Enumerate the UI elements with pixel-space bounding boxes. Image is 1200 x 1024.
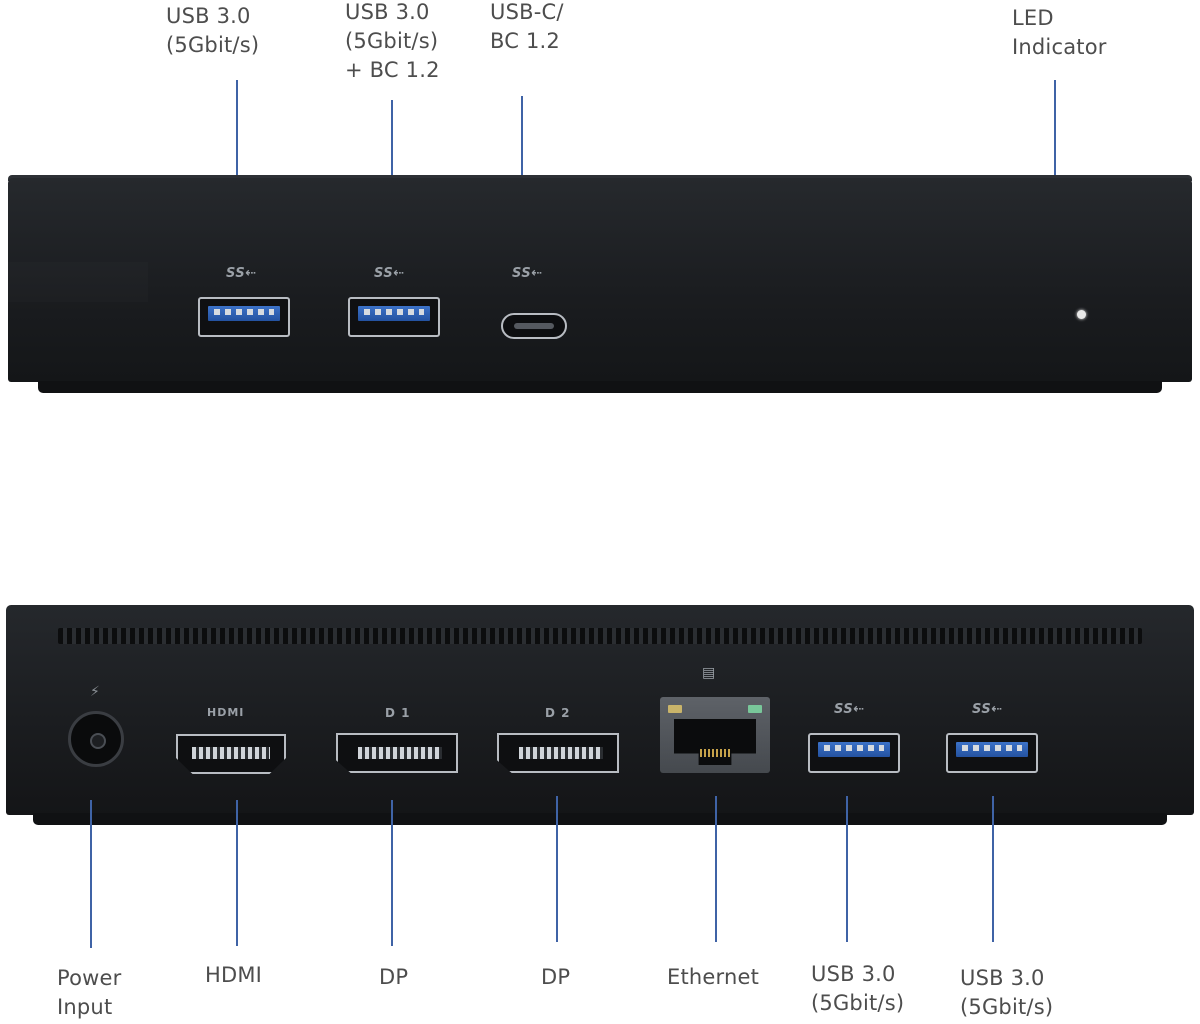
usb-port-pins [962,745,1022,751]
hdmi-port-contacts [192,747,270,759]
power-plug-icon: ⚡ [90,684,100,700]
leader-power [90,800,92,948]
superspeed-rear-1-logo-icon: SS⇠ [834,702,865,717]
label-ethernet: Ethernet [667,965,760,989]
leader-usb-rear-1 [846,796,848,942]
usb-port-pins [214,309,274,315]
rear-unit-foot [33,813,1167,825]
ethernet-led-link [748,705,762,713]
leader-usb-rear-2 [992,796,994,942]
displayport-1-logo-icon: D 1 [385,706,411,720]
ethernet-contacts [700,749,730,757]
power-input-pin [90,733,106,749]
displayport-1 [336,733,458,773]
usb-c-port-tongue [514,323,554,329]
label-power: Power Input [57,966,122,1019]
usb-a-bc-port-front [348,297,440,337]
superspeed-logo-icon: SS⇠ [226,266,257,281]
usb-a-port-rear-2 [946,733,1038,773]
leader-dp2 [556,796,558,942]
usb-port-pins [824,745,884,751]
hdmi-port [176,734,286,774]
superspeed-bc-logo-icon: SS⇠ [374,266,405,281]
label-hdmi: HDMI [205,963,263,987]
displayport-2-logo-icon: D 2 [545,706,571,720]
displayport-contacts [358,747,442,759]
leader-ethernet [715,796,717,942]
front-unit-foot [38,381,1162,393]
ethernet-led-activity [668,705,682,713]
usb-c-port-front [501,313,567,339]
network-icon: ▤ [702,665,716,681]
label-dp1: DP [379,965,409,989]
dock-front-panel [8,178,1192,382]
usb-a-port-rear-1 [808,733,900,773]
superspeed-rear-2-logo-icon: SS⇠ [972,702,1003,717]
displayport-contacts [519,747,603,759]
ventilation-grille [58,628,1142,644]
led-indicator [1077,310,1086,319]
ethernet-port [660,697,770,773]
displayport-2 [497,733,619,773]
label-usb-a-bc-front: USB 3.0 (5Gbit/s) + BC 1.2 [345,0,440,82]
label-led: LED Indicator [1012,6,1107,59]
label-usb-rear-1: USB 3.0 (5Gbit/s) [811,962,905,1015]
usb-a-port-front [198,297,290,337]
label-usb-c-front: USB-C/ BC 1.2 [490,0,564,53]
usb-port-pins [364,309,424,315]
power-input-port [68,711,124,767]
label-usb-rear-2: USB 3.0 (5Gbit/s) [960,966,1054,1019]
superspeed-usbc-logo-icon: SS⇠ [512,266,543,281]
label-usb-a-front: USB 3.0 (5Gbit/s) [166,4,260,57]
label-dp2: DP [541,965,571,989]
hdmi-logo-icon: HDMI [207,706,245,719]
front-panel-shade [8,262,148,302]
leader-hdmi [236,800,238,946]
leader-dp1 [391,800,393,946]
ethernet-socket [674,719,756,765]
